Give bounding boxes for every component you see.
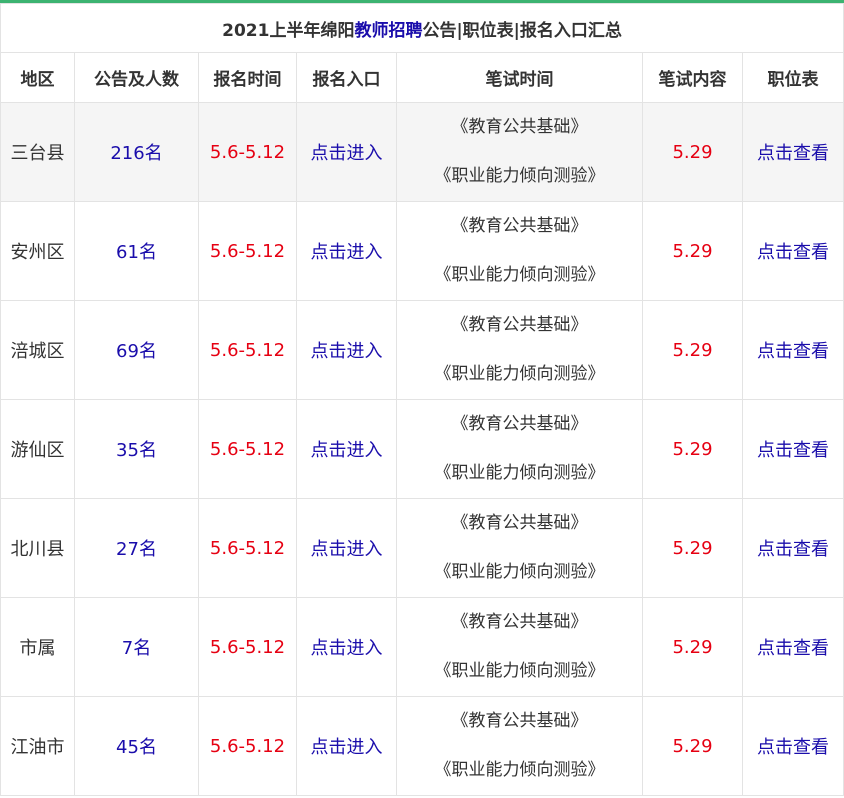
entry-link[interactable]: 点击进入 [296, 201, 397, 301]
positions-link[interactable]: 点击查看 [742, 102, 844, 202]
table-row: 北川县 27名 5.6-5.12 点击进入 《教育公共基础》 《职业能力倾向测验》… [0, 498, 844, 598]
exam-subject-1: 《教育公共基础》 [451, 117, 588, 137]
table-row: 市属 7名 5.6-5.12 点击进入 《教育公共基础》 《职业能力倾向测验》 5… [0, 597, 844, 697]
table-row: 游仙区 35名 5.6-5.12 点击进入 《教育公共基础》 《职业能力倾向测验》… [0, 399, 844, 499]
header-reg-time: 报名时间 [198, 52, 297, 103]
exam-subjects-cell: 《教育公共基础》 《职业能力倾向测验》 [396, 696, 643, 796]
exam-subject-1: 《教育公共基础》 [451, 612, 588, 632]
count-link[interactable]: 35名 [74, 399, 199, 499]
region-cell: 市属 [0, 597, 75, 697]
exam-date-cell: 5.29 [642, 597, 743, 697]
reg-time-cell: 5.6-5.12 [198, 399, 297, 499]
title-suffix: 公告|职位表|报名入口汇总 [422, 20, 622, 41]
exam-date-cell: 5.29 [642, 102, 743, 202]
entry-link[interactable]: 点击进入 [296, 399, 397, 499]
exam-subject-2: 《职业能力倾向测验》 [434, 463, 605, 483]
entry-link[interactable]: 点击进入 [296, 696, 397, 796]
exam-subjects-cell: 《教育公共基础》 《职业能力倾向测验》 [396, 597, 643, 697]
positions-link[interactable]: 点击查看 [742, 498, 844, 598]
exam-subjects-cell: 《教育公共基础》 《职业能力倾向测验》 [396, 300, 643, 400]
title-highlight-link[interactable]: 教师招聘 [354, 21, 422, 41]
exam-date-cell: 5.29 [642, 399, 743, 499]
exam-subjects-cell: 《教育公共基础》 《职业能力倾向测验》 [396, 498, 643, 598]
recruitment-table-container: 2021上半年绵阳教师招聘公告|职位表|报名入口汇总 地区 公告及人数 报名时间… [0, 0, 844, 798]
count-link[interactable]: 45名 [74, 696, 199, 796]
exam-date-cell: 5.29 [642, 696, 743, 796]
region-cell: 三台县 [0, 102, 75, 202]
positions-link[interactable]: 点击查看 [742, 300, 844, 400]
positions-link[interactable]: 点击查看 [742, 201, 844, 301]
exam-subjects-cell: 《教育公共基础》 《职业能力倾向测验》 [396, 102, 643, 202]
exam-subjects-cell: 《教育公共基础》 《职业能力倾向测验》 [396, 201, 643, 301]
positions-link[interactable]: 点击查看 [742, 696, 844, 796]
exam-subjects-cell: 《教育公共基础》 《职业能力倾向测验》 [396, 399, 643, 499]
exam-subject-1: 《教育公共基础》 [451, 216, 588, 236]
exam-subject-1: 《教育公共基础》 [451, 414, 588, 434]
reg-time-cell: 5.6-5.12 [198, 102, 297, 202]
header-row: 地区 公告及人数 报名时间 报名入口 笔试时间 笔试内容 职位表 [0, 52, 844, 103]
header-positions: 职位表 [742, 52, 844, 103]
table-row: 涪城区 69名 5.6-5.12 点击进入 《教育公共基础》 《职业能力倾向测验》… [0, 300, 844, 400]
table-title: 2021上半年绵阳教师招聘公告|职位表|报名入口汇总 [0, 3, 844, 53]
exam-subject-1: 《教育公共基础》 [451, 513, 588, 533]
exam-subject-2: 《职业能力倾向测验》 [434, 760, 605, 780]
region-cell: 北川县 [0, 498, 75, 598]
count-link[interactable]: 27名 [74, 498, 199, 598]
exam-subject-1: 《教育公共基础》 [451, 315, 588, 335]
count-link[interactable]: 61名 [74, 201, 199, 301]
positions-link[interactable]: 点击查看 [742, 597, 844, 697]
table-row: 安州区 61名 5.6-5.12 点击进入 《教育公共基础》 《职业能力倾向测验》… [0, 201, 844, 301]
reg-time-cell: 5.6-5.12 [198, 300, 297, 400]
exam-date-cell: 5.29 [642, 300, 743, 400]
exam-subject-2: 《职业能力倾向测验》 [434, 166, 605, 186]
count-link[interactable]: 7名 [74, 597, 199, 697]
reg-time-cell: 5.6-5.12 [198, 597, 297, 697]
header-count: 公告及人数 [74, 52, 199, 103]
positions-link[interactable]: 点击查看 [742, 399, 844, 499]
title-prefix: 2021上半年绵阳 [222, 20, 355, 41]
entry-link[interactable]: 点击进入 [296, 498, 397, 598]
exam-subject-1: 《教育公共基础》 [451, 711, 588, 731]
exam-date-cell: 5.29 [642, 201, 743, 301]
reg-time-cell: 5.6-5.12 [198, 696, 297, 796]
header-region: 地区 [0, 52, 75, 103]
header-entry: 报名入口 [296, 52, 397, 103]
header-exam-date: 笔试内容 [642, 52, 743, 103]
entry-link[interactable]: 点击进入 [296, 597, 397, 697]
recruitment-table: 2021上半年绵阳教师招聘公告|职位表|报名入口汇总 地区 公告及人数 报名时间… [0, 3, 844, 796]
exam-subject-2: 《职业能力倾向测验》 [434, 562, 605, 582]
table-row: 三台县 216名 5.6-5.12 点击进入 《教育公共基础》 《职业能力倾向测验… [0, 102, 844, 202]
header-exam-subjects: 笔试时间 [396, 52, 643, 103]
reg-time-cell: 5.6-5.12 [198, 498, 297, 598]
region-cell: 涪城区 [0, 300, 75, 400]
count-link[interactable]: 216名 [74, 102, 199, 202]
exam-date-cell: 5.29 [642, 498, 743, 598]
reg-time-cell: 5.6-5.12 [198, 201, 297, 301]
title-row: 2021上半年绵阳教师招聘公告|职位表|报名入口汇总 [0, 3, 844, 53]
exam-subject-2: 《职业能力倾向测验》 [434, 265, 605, 285]
region-cell: 游仙区 [0, 399, 75, 499]
entry-link[interactable]: 点击进入 [296, 102, 397, 202]
exam-subject-2: 《职业能力倾向测验》 [434, 364, 605, 384]
table-row: 江油市 45名 5.6-5.12 点击进入 《教育公共基础》 《职业能力倾向测验》… [0, 696, 844, 796]
entry-link[interactable]: 点击进入 [296, 300, 397, 400]
exam-subject-2: 《职业能力倾向测验》 [434, 661, 605, 681]
region-cell: 安州区 [0, 201, 75, 301]
region-cell: 江油市 [0, 696, 75, 796]
count-link[interactable]: 69名 [74, 300, 199, 400]
